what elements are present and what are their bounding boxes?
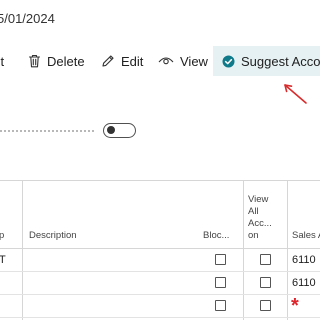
action-toolbar: st Delete Edit View — [0, 46, 320, 76]
grid-header-row: p Description Bloc... View All Acc... on… — [0, 181, 320, 249]
delete-button[interactable]: Delete — [28, 46, 85, 76]
eye-icon — [158, 55, 174, 67]
required-field-marker: * — [291, 295, 299, 317]
cut-off-action-label: st — [0, 53, 5, 69]
view-button[interactable]: View — [158, 46, 208, 76]
blocked-checkbox[interactable] — [215, 300, 226, 311]
option-toggle-switch[interactable] — [103, 123, 136, 138]
cut-off-action-button[interactable]: st — [0, 46, 4, 76]
blocked-checkbox[interactable] — [215, 254, 226, 265]
sales-account-cell[interactable]: 6110 — [292, 249, 316, 271]
field-leader-dots — [0, 130, 94, 132]
edit-label: Edit — [121, 53, 144, 69]
table-row[interactable]: T 6110 — [0, 249, 320, 272]
column-header-view-all-line-1: View — [248, 194, 269, 205]
annotation-arrow-icon — [280, 80, 310, 111]
column-header-cut-off[interactable]: p — [0, 230, 4, 242]
edit-button[interactable]: Edit — [101, 46, 143, 76]
view-all-accounts-checkbox[interactable] — [260, 300, 271, 311]
view-all-accounts-checkbox[interactable] — [260, 254, 271, 265]
column-header-blocked[interactable]: Bloc... — [203, 230, 229, 242]
posting-date-text: 5/01/2024 — [0, 11, 55, 26]
column-header-view-all-accounts[interactable]: View All Acc... on — [248, 194, 272, 242]
sales-account-cell[interactable]: 6110 — [292, 272, 316, 294]
pencil-icon — [101, 54, 115, 68]
checkmark-circle-icon — [222, 55, 235, 68]
toggle-knob — [107, 126, 115, 134]
column-header-view-all-line-3: Acc... — [248, 218, 272, 229]
trash-icon — [28, 54, 41, 68]
suggest-accounts-button[interactable]: Suggest Accour — [213, 46, 320, 76]
lines-grid: p Description Bloc... View All Acc... on… — [0, 180, 320, 320]
table-row[interactable]: * — [0, 295, 320, 318]
column-header-view-all-line-2: All — [248, 206, 259, 217]
column-header-description[interactable]: Description — [29, 230, 77, 242]
view-label: View — [180, 53, 208, 69]
table-row[interactable]: 6110 — [0, 272, 320, 295]
cut-off-cell[interactable]: T — [0, 249, 6, 271]
blocked-checkbox[interactable] — [215, 277, 226, 288]
column-header-view-all-line-4: on — [248, 230, 259, 241]
suggest-accounts-label: Suggest Accour — [241, 53, 320, 69]
view-all-accounts-checkbox[interactable] — [260, 277, 271, 288]
delete-label: Delete — [47, 53, 85, 69]
column-header-sales-account[interactable]: Sales A — [292, 230, 320, 242]
